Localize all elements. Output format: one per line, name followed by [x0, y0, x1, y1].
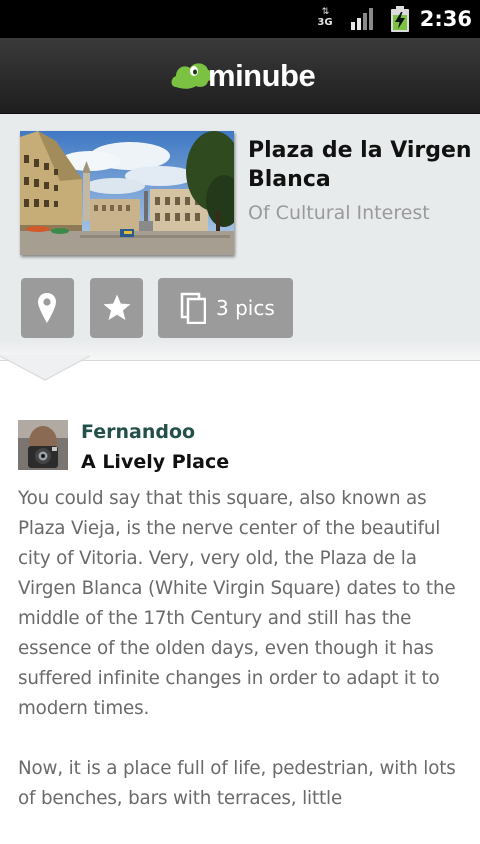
status-bar: ⇅ 3G 2:36 [0, 0, 480, 38]
clock: 2:36 [419, 7, 472, 31]
minube-logo[interactable]: minube [170, 58, 320, 94]
network-label: 3G [317, 17, 333, 28]
pointer-arrow-icon [0, 355, 90, 381]
review-title: A Lively Place [81, 451, 230, 473]
app-header: minube [0, 38, 480, 114]
review-author[interactable]: Fernandoo [81, 419, 195, 445]
avatar[interactable] [18, 420, 68, 470]
review-body: You could say that this square, also kno… [18, 484, 470, 844]
battery-charging-icon [391, 6, 409, 32]
place-category: Of Cultural Interest [248, 202, 430, 224]
network-3g-icon: ⇅ 3G [317, 7, 333, 28]
logo-text: minube [208, 58, 316, 93]
pictures-icon [180, 292, 206, 324]
review: Fernandoo A Lively Place You could say t… [0, 400, 480, 809]
place-photo[interactable] [20, 131, 234, 255]
star-icon [103, 294, 131, 320]
pictures-button[interactable]: 3 pics [158, 278, 293, 338]
review-paragraph: Now, it is a place full of life, pedestr… [18, 758, 456, 809]
favorite-button[interactable] [90, 278, 143, 338]
plaza-photo-image [20, 131, 234, 255]
map-pin-icon [38, 293, 56, 323]
review-paragraph: You could say that this square, also kno… [18, 488, 456, 719]
signal-icon [351, 8, 373, 30]
place-card: Plaza de la Virgen Blanca Of Cultural In… [0, 114, 480, 356]
map-button[interactable] [21, 278, 74, 338]
pictures-count-label: 3 pics [216, 296, 275, 320]
place-title: Plaza de la Virgen Blanca [248, 138, 472, 192]
author-photo-image [18, 420, 68, 470]
